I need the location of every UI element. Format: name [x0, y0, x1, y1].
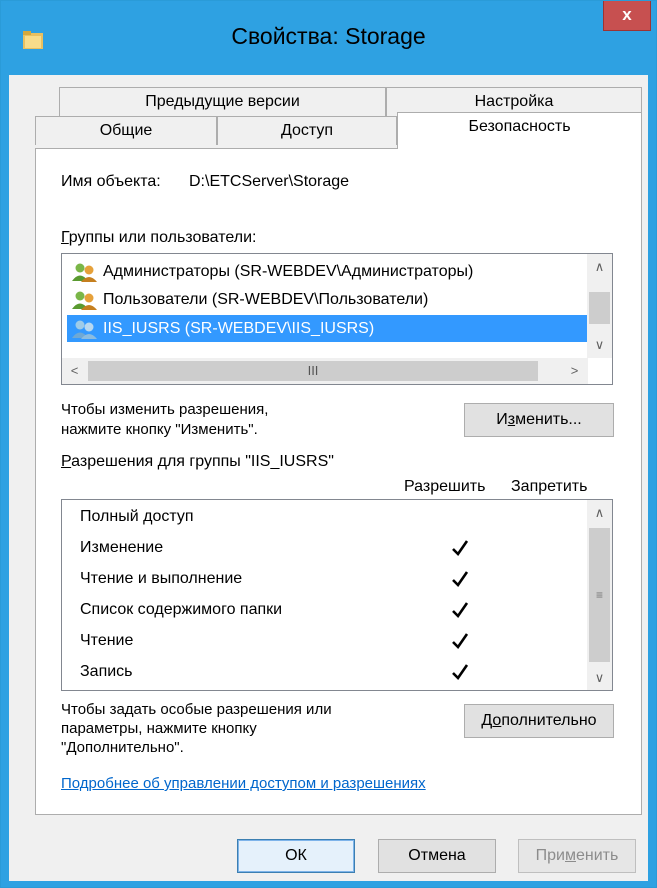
button-text: И — [496, 411, 508, 428]
change-hint-line: Чтобы изменить разрешения, — [61, 401, 269, 418]
permissions-vertical-scrollbar[interactable]: ∧ ≡ ∨ — [587, 500, 612, 690]
grip-icon: III — [307, 363, 319, 378]
scroll-up-button[interactable]: ∧ — [587, 254, 612, 279]
button-text: менить... — [515, 411, 582, 428]
permissions-list[interactable]: Полный доступ Изменение Чтение и выполне… — [61, 499, 613, 691]
groups-listbox[interactable]: Администраторы (SR-WEBDEV\Администраторы… — [61, 253, 613, 385]
tab-sharing[interactable]: Доступ — [217, 116, 397, 145]
chevron-up-icon: ∧ — [594, 505, 605, 520]
deny-column-header: Запретить — [511, 478, 588, 495]
properties-window: Свойства: Storage x Предыдущие версии На… — [0, 0, 657, 888]
button-accel: о — [492, 712, 502, 729]
tab-previous-versions[interactable]: Предыдущие версии — [59, 87, 386, 116]
permission-row: Полный доступ — [80, 502, 580, 532]
close-icon: x — [622, 5, 632, 24]
list-item[interactable]: Администраторы (SR-WEBDEV\Администраторы… — [67, 258, 588, 285]
scroll-left-button[interactable]: < — [62, 358, 87, 383]
chevron-down-icon: ∨ — [594, 670, 605, 685]
ok-button[interactable]: ОК — [237, 839, 355, 873]
permissions-label-accel: Р — [61, 453, 72, 470]
help-link[interactable]: Подробнее об управлении доступом и разре… — [61, 775, 426, 792]
apply-button[interactable]: Применить — [518, 839, 636, 873]
scroll-down-button[interactable]: ∨ — [587, 332, 612, 357]
window-frame-right — [648, 75, 656, 881]
button-text: При — [535, 847, 565, 864]
allow-check-icon — [452, 664, 469, 681]
advanced-hint-line: параметры, нажмите кнопку — [61, 720, 257, 737]
permissions-label: Разрешения для группы "IIS_IUSRS" — [61, 453, 334, 471]
advanced-hint-line: "Дополнительно". — [61, 739, 184, 756]
tab-security[interactable]: Безопасность — [397, 112, 642, 149]
tab-label: Настройка — [474, 93, 554, 110]
chevron-left-icon: < — [70, 363, 79, 378]
tab-label: Общие — [99, 122, 153, 139]
groups-horizontal-scrollbar[interactable]: < III > — [62, 358, 588, 384]
hscroll-thumb[interactable]: III — [88, 361, 538, 381]
scroll-right-button[interactable]: > — [562, 358, 587, 383]
chevron-up-icon: ∧ — [594, 259, 605, 274]
cancel-button[interactable]: Отмена — [378, 839, 496, 873]
advanced-button[interactable]: Дополнительно — [464, 704, 614, 738]
chevron-right-icon: > — [570, 363, 579, 378]
permission-row: Чтение — [80, 626, 580, 656]
permission-row: Чтение и выполнение — [80, 564, 580, 594]
tab-general[interactable]: Общие — [35, 116, 217, 145]
list-item-label: Пользователи (SR-WEBDEV\Пользователи) — [103, 291, 429, 308]
chevron-down-icon: ∨ — [594, 337, 605, 352]
button-accel: з — [507, 411, 516, 428]
object-name-label: Имя объекта: — [61, 173, 161, 190]
scroll-thumb[interactable]: ≡ — [589, 528, 610, 662]
permission-row: Изменение — [80, 533, 580, 563]
user-group-icon — [72, 263, 97, 282]
close-button[interactable]: x — [603, 1, 651, 31]
change-hint: Чтобы изменить разрешения, нажмите кнопк… — [61, 400, 268, 440]
allow-column-header: Разрешить — [404, 478, 486, 495]
allow-check-icon — [452, 602, 469, 619]
advanced-hint-line: Чтобы задать особые разрешения или — [61, 701, 332, 718]
permission-name: Запись — [80, 663, 133, 680]
allow-check-icon — [452, 540, 469, 557]
title-bar[interactable]: Свойства: Storage — [1, 1, 656, 75]
scroll-up-button[interactable]: ∧ — [587, 500, 612, 525]
change-button[interactable]: Изменить... — [464, 403, 614, 437]
button-text: полнительно — [501, 712, 597, 729]
user-group-icon — [72, 320, 97, 339]
window-frame-left — [1, 75, 9, 881]
tab-label: Доступ — [280, 122, 334, 139]
allow-check-icon — [452, 633, 469, 650]
grip-icon: ≡ — [595, 588, 603, 602]
groups-label-accel: Г — [61, 229, 69, 246]
window-title: Свойства: Storage — [231, 23, 426, 49]
tab-label: Предыдущие версии — [145, 93, 300, 110]
list-item[interactable]: Пользователи (SR-WEBDEV\Пользователи) — [67, 286, 588, 313]
tab-label: Безопасность — [468, 118, 571, 135]
list-item-label: IIS_IUSRS (SR-WEBDEV\IIS_IUSRS) — [103, 320, 375, 337]
object-name-value: D:\ETCServer\Storage — [189, 173, 350, 190]
advanced-hint: Чтобы задать особые разрешения или парам… — [61, 700, 332, 757]
permission-name: Полный доступ — [80, 508, 194, 525]
change-hint-line: нажмите кнопку "Изменить". — [61, 421, 258, 438]
button-text: Д — [481, 712, 493, 729]
button-accel: м — [565, 847, 576, 864]
scroll-thumb[interactable] — [589, 292, 610, 324]
user-group-icon — [72, 291, 97, 310]
scroll-down-button[interactable]: ∨ — [587, 665, 612, 690]
permission-name: Изменение — [80, 539, 164, 556]
permission-row: Запись — [80, 657, 580, 687]
permission-name: Чтение и выполнение — [80, 570, 243, 587]
groups-vertical-scrollbar[interactable]: ∧ ∨ — [587, 254, 612, 358]
permission-row: Список содержимого папки — [80, 595, 580, 625]
button-text: енить — [576, 847, 619, 864]
window-frame-bottom — [1, 881, 656, 887]
list-item-selected[interactable]: IIS_IUSRS (SR-WEBDEV\IIS_IUSRS) — [67, 315, 588, 342]
groups-label: Группы или пользователи: — [61, 229, 256, 247]
permission-name: Список содержимого папки — [80, 601, 283, 618]
allow-check-icon — [452, 571, 469, 588]
permissions-label-text: азрешения для группы "IIS_IUSRS" — [71, 453, 334, 470]
permission-name: Чтение — [80, 632, 134, 649]
groups-label-text: руппы или пользователи: — [68, 229, 257, 246]
list-item-label: Администраторы (SR-WEBDEV\Администраторы… — [103, 263, 474, 280]
